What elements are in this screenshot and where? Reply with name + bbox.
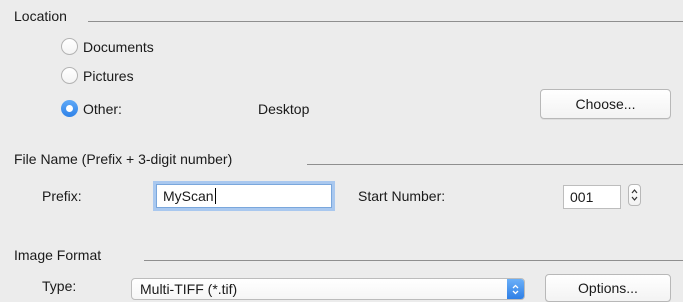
other-location-value: Desktop [258, 101, 310, 117]
radio-other-label: Other: [83, 100, 122, 117]
image-format-divider [144, 260, 683, 261]
radio-documents-label: Documents [83, 38, 154, 55]
radio-other[interactable]: Other: [61, 100, 122, 117]
radio-button-icon[interactable] [61, 67, 78, 84]
type-select[interactable]: Multi-TIFF (*.tif) [131, 278, 525, 300]
start-number-stepper[interactable] [628, 184, 641, 206]
radio-button-selected-icon[interactable] [61, 100, 78, 117]
start-number-input[interactable]: 001 [563, 185, 621, 209]
file-name-divider [307, 164, 683, 165]
options-button[interactable]: Options... [545, 274, 671, 302]
choose-button[interactable]: Choose... [540, 89, 671, 119]
prefix-label: Prefix: [42, 188, 82, 204]
prefix-input[interactable]: MyScan [156, 184, 332, 208]
start-number-label: Start Number: [358, 188, 446, 204]
type-select-value: Multi-TIFF (*.tif) [140, 281, 238, 297]
stepper-arrows-icon [631, 189, 638, 201]
image-format-section-title: Image Format [14, 247, 102, 263]
radio-pictures-label: Pictures [83, 67, 134, 84]
chevron-up-down-icon [512, 284, 519, 295]
start-number-value: 001 [570, 189, 594, 205]
type-label: Type: [42, 278, 77, 294]
text-caret [214, 188, 216, 204]
file-name-section-title: File Name (Prefix + 3-digit number) [14, 151, 233, 167]
select-arrow-button[interactable] [507, 279, 524, 299]
radio-pictures[interactable]: Pictures [61, 67, 134, 84]
radio-documents[interactable]: Documents [61, 38, 154, 55]
prefix-input-value: MyScan [163, 188, 214, 204]
location-divider [88, 21, 683, 22]
radio-button-icon[interactable] [61, 38, 78, 55]
location-section-title: Location [14, 8, 67, 24]
